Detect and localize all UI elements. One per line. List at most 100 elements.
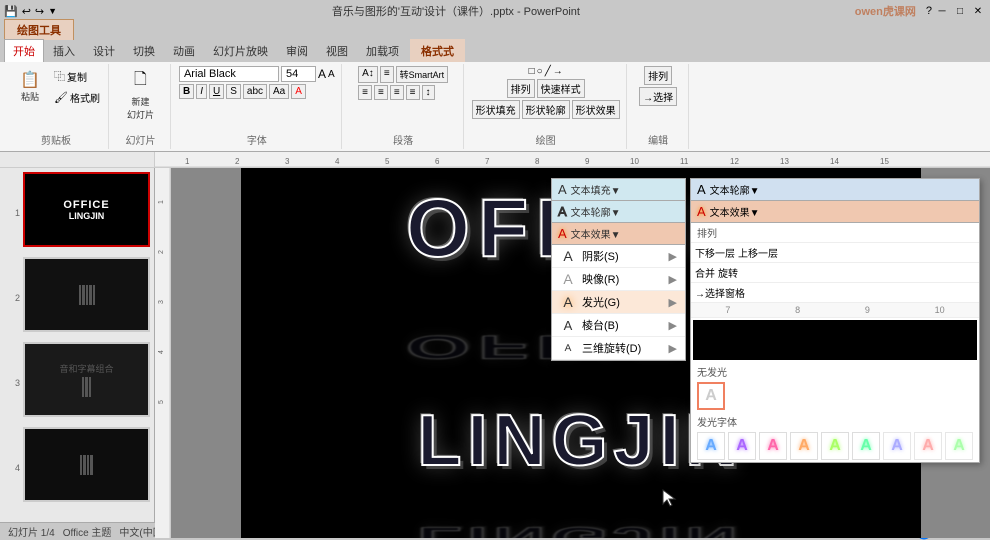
arrange-edit-btn[interactable]: 排列 bbox=[644, 66, 672, 85]
font-color-button[interactable]: A bbox=[291, 84, 306, 99]
paste-label: 粘贴 bbox=[21, 90, 39, 103]
bevel-icon: A bbox=[560, 318, 576, 333]
underline-button[interactable]: U bbox=[209, 84, 224, 99]
glow-opt-7[interactable]: A bbox=[883, 432, 911, 460]
barcode-4 bbox=[80, 455, 93, 475]
align-left-btn[interactable]: ≡ bbox=[358, 85, 372, 100]
text-effects-header[interactable]: A 文本效果▼ bbox=[552, 223, 685, 245]
line-spacing-btn[interactable]: ↕ bbox=[422, 85, 435, 100]
shadow-item[interactable]: A 阴影(S) ▶ bbox=[552, 245, 685, 268]
align-right-btn[interactable]: ≡ bbox=[390, 85, 404, 100]
tab-animations[interactable]: 动画 bbox=[164, 39, 204, 62]
font-area: A A B I U S abc Aa A bbox=[179, 66, 335, 99]
svg-text:11: 11 bbox=[680, 157, 689, 166]
glow-opt-8[interactable]: A bbox=[914, 432, 942, 460]
no-glow-options: A bbox=[697, 382, 973, 410]
strikethrough-button[interactable]: S bbox=[226, 84, 241, 99]
reflection-icon: A bbox=[560, 271, 576, 287]
font-row-1: A A bbox=[179, 66, 335, 82]
redo-icon[interactable]: ↪ bbox=[35, 5, 44, 18]
text-direction-btn[interactable]: A↕ bbox=[358, 66, 378, 83]
glow-opt-2[interactable]: A bbox=[728, 432, 756, 460]
paste-button[interactable]: 📋 粘贴 bbox=[10, 68, 50, 105]
b1 bbox=[82, 377, 84, 397]
bevel-item[interactable]: A 棱台(B) ▶ bbox=[552, 314, 685, 337]
italic-button[interactable]: I bbox=[196, 84, 207, 99]
new-slide-button[interactable]: 🗋 新建幻灯片 bbox=[120, 66, 160, 123]
shadow-button[interactable]: abc bbox=[243, 84, 267, 99]
text-outline-header[interactable]: A 文本轮廓▼ bbox=[552, 201, 685, 223]
align-justify-btn[interactable]: ≡ bbox=[406, 85, 420, 100]
quick-access-more[interactable]: ▼ bbox=[48, 6, 57, 16]
tab-home[interactable]: 开始 bbox=[4, 39, 44, 62]
glow-opt-6[interactable]: A bbox=[852, 432, 880, 460]
align-center-btn[interactable]: ≡ bbox=[374, 85, 388, 100]
glow-item[interactable]: A 发光(G) ▶ bbox=[552, 291, 685, 314]
save-icon[interactable]: 💾 bbox=[4, 5, 18, 18]
shape-line[interactable]: ╱ bbox=[545, 66, 551, 77]
slide-1-lingjin-text: LINGJIN bbox=[69, 211, 105, 221]
submenu-text-outline-label: 文本轮廓▼ bbox=[710, 182, 760, 197]
theme-info: Office 主题 bbox=[63, 524, 112, 539]
help-btn[interactable]: ? bbox=[926, 5, 932, 17]
shape-fill-btn[interactable]: 形状填充 bbox=[472, 100, 520, 119]
tab-review[interactable]: 审阅 bbox=[277, 39, 317, 62]
copy-button[interactable]: ⿻ 复制 bbox=[52, 66, 102, 86]
quick-styles-btn[interactable]: 快速样式 bbox=[537, 79, 585, 98]
main-area: 1 OFFICE LINGJIN 2 bbox=[0, 168, 990, 522]
text-fill-header[interactable]: A 文本填充▼ bbox=[552, 179, 685, 201]
glow-opt-9[interactable]: A bbox=[945, 432, 973, 460]
tab-design[interactable]: 设计 bbox=[84, 39, 124, 62]
char-spacing-button[interactable]: Aa bbox=[269, 84, 289, 99]
slide-2-content bbox=[79, 285, 95, 305]
slide-thumb-3[interactable]: 音和字幕组合 bbox=[23, 342, 150, 417]
tab-slideshow[interactable]: 幻灯片放映 bbox=[204, 39, 277, 62]
select-pane-row[interactable]: →选择窗格 bbox=[691, 283, 979, 303]
shape-outline-btn[interactable]: 形状轮廓 bbox=[522, 100, 570, 119]
font-name-input[interactable] bbox=[179, 66, 279, 82]
svg-text:5: 5 bbox=[385, 157, 390, 166]
undo-icon[interactable]: ↩ bbox=[22, 5, 31, 18]
arrange-btn[interactable]: 排列 bbox=[507, 79, 535, 98]
no-glow-btn[interactable]: A bbox=[697, 382, 725, 410]
font-row-2: B I U S abc Aa A bbox=[179, 84, 335, 99]
slide-thumb-4[interactable] bbox=[23, 427, 150, 502]
format-painter-button[interactable]: 🖌 格式刷 bbox=[52, 88, 102, 107]
tab-view[interactable]: 视图 bbox=[317, 39, 357, 62]
shape-oval[interactable]: ○ bbox=[537, 66, 543, 77]
minimize-btn[interactable]: ─ bbox=[934, 3, 950, 19]
close-btn[interactable]: ✕ bbox=[970, 3, 986, 19]
svg-text:12: 12 bbox=[730, 157, 739, 166]
ruler-num-8: 8 bbox=[795, 305, 800, 315]
shape-effect-btn[interactable]: 形状效果 bbox=[572, 100, 620, 119]
glow-opt-5[interactable]: A bbox=[821, 432, 849, 460]
slides-label: 幻灯片 bbox=[125, 132, 155, 147]
svg-text:6: 6 bbox=[435, 157, 440, 166]
maximize-btn[interactable]: □ bbox=[952, 3, 968, 19]
slide-thumb-2[interactable] bbox=[23, 257, 150, 332]
shape-rect[interactable]: □ bbox=[529, 66, 535, 77]
tab-addins[interactable]: 加载项 bbox=[357, 39, 408, 62]
shape-arrow[interactable]: → bbox=[553, 66, 563, 77]
tab-format[interactable]: 格式式 bbox=[410, 39, 465, 62]
font-size-input[interactable] bbox=[281, 66, 316, 82]
slide-thumb-1[interactable]: OFFICE LINGJIN bbox=[23, 172, 150, 247]
bold-button[interactable]: B bbox=[179, 84, 194, 99]
select-btn[interactable]: →选择 bbox=[639, 87, 677, 106]
glow-opt-1[interactable]: A bbox=[697, 432, 725, 460]
copy-label: 复制 bbox=[67, 69, 87, 84]
smartart-btn[interactable]: 转SmartArt bbox=[396, 66, 449, 83]
font-size-down-icon[interactable]: A bbox=[328, 69, 335, 80]
svg-text:9: 9 bbox=[585, 157, 590, 166]
tab-transitions[interactable]: 切换 bbox=[124, 39, 164, 62]
align-text-btn[interactable]: ≡ bbox=[380, 66, 394, 83]
tab-insert[interactable]: 插入 bbox=[44, 39, 84, 62]
reflection-item[interactable]: A 映像(R) ▶ bbox=[552, 268, 685, 291]
glow-opt-4[interactable]: A bbox=[790, 432, 818, 460]
threed-item[interactable]: A 三维旋转(D) ▶ bbox=[552, 337, 685, 360]
font-size-up-icon[interactable]: A bbox=[318, 67, 326, 81]
no-glow-section: 无发光 A 发光字体 A A A A A A bbox=[691, 362, 979, 462]
glow-label: 发光(G) bbox=[582, 294, 620, 310]
layer-tools-row: 下移一层 上移一层 bbox=[691, 243, 979, 263]
glow-opt-3[interactable]: A bbox=[759, 432, 787, 460]
